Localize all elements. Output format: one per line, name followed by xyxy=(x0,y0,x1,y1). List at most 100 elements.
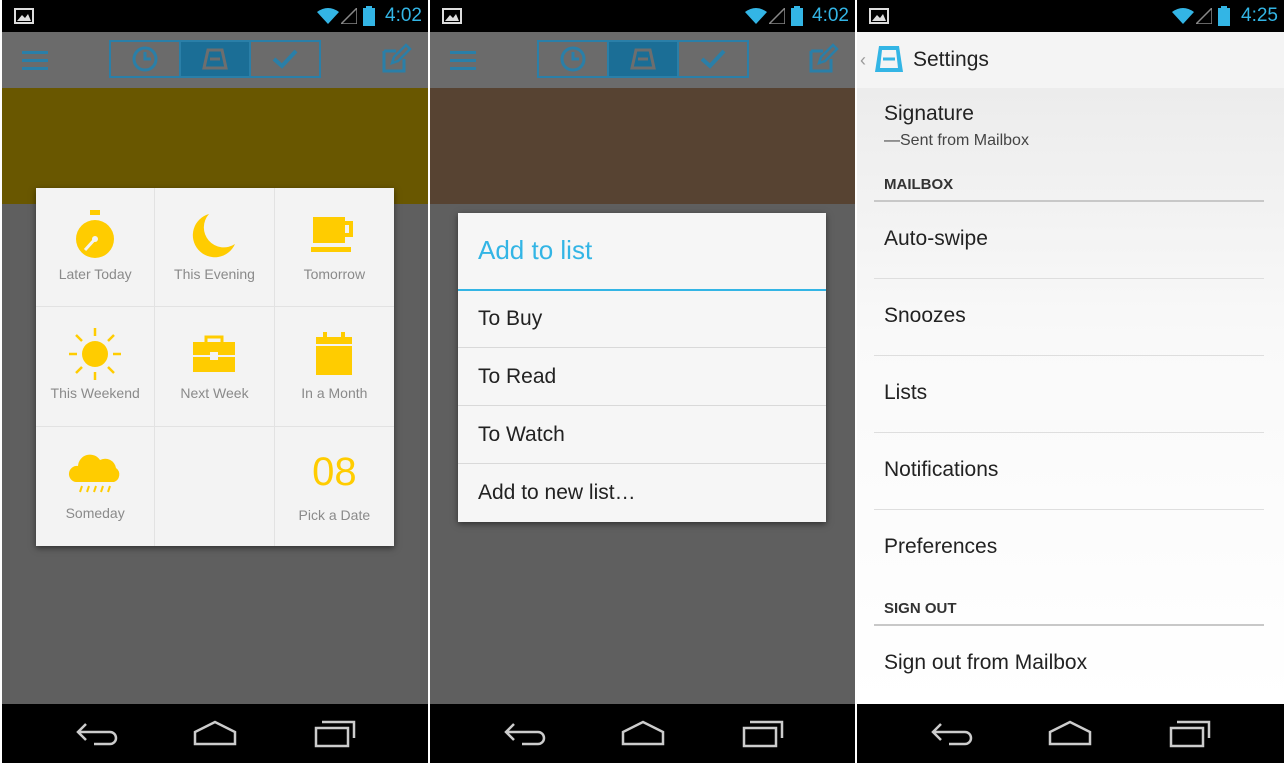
snooze-label: This Weekend xyxy=(50,385,140,402)
snooze-option-next-week[interactable]: Next Week xyxy=(155,307,275,427)
wifi-icon xyxy=(317,8,339,24)
signature-value: —Sent from Mailbox xyxy=(884,132,1029,149)
list-item-label: Add to new list… xyxy=(478,481,636,504)
recents-icon[interactable] xyxy=(314,720,356,748)
settings-list: Signature —Sent from Mailbox MAILBOX Aut… xyxy=(857,88,1284,704)
signal-icon xyxy=(769,8,785,24)
snooze-label: Next Week xyxy=(180,385,249,402)
list-item-to-read[interactable]: To Read xyxy=(458,349,826,406)
phone-add-to-list: 4:02 Add to list To Buy To Read To Watch… xyxy=(430,0,855,763)
list-item-to-watch[interactable]: To Watch xyxy=(458,407,826,464)
section-header-sign-out: SIGN OUT xyxy=(884,600,957,617)
snooze-option-in-a-month[interactable]: In a Month xyxy=(274,307,394,427)
setting-preferences[interactable]: Preferences xyxy=(874,510,1264,587)
tab-inbox[interactable] xyxy=(609,42,679,76)
phone-settings: 4:25 ‹ Settings Signature —Sent from Mai… xyxy=(857,0,1284,763)
snooze-option-later-today[interactable]: Later Today xyxy=(36,188,156,308)
clock-icon xyxy=(560,46,586,72)
clock-icon xyxy=(132,46,158,72)
battery-icon xyxy=(1218,6,1230,26)
section-header-mailbox: MAILBOX xyxy=(884,176,954,193)
sign-out-button[interactable]: Sign out from Mailbox xyxy=(874,626,1264,703)
battery-icon xyxy=(791,6,803,26)
home-icon[interactable] xyxy=(1048,720,1092,746)
list-item-to-buy[interactable]: To Buy xyxy=(458,291,826,348)
recents-icon[interactable] xyxy=(742,720,784,748)
phone-snooze: 4:02 Later Today This Evening Tomorrow T… xyxy=(2,0,428,763)
inbox-icon xyxy=(630,48,656,70)
status-bar: 4:02 xyxy=(2,0,428,32)
briefcase-icon xyxy=(193,335,236,373)
setting-label: Lists xyxy=(884,381,928,404)
back-icon[interactable] xyxy=(504,720,546,746)
gallery-notification-icon xyxy=(869,8,889,24)
snooze-label: Tomorrow xyxy=(303,266,366,282)
home-icon[interactable] xyxy=(193,720,237,746)
status-time: 4:02 xyxy=(812,5,849,26)
rain-cloud-icon xyxy=(69,454,120,492)
setting-snoozes[interactable]: Snoozes xyxy=(874,279,1264,356)
menu-icon[interactable] xyxy=(22,50,48,72)
status-bar: 4:25 xyxy=(857,0,1284,32)
app-toolbar xyxy=(430,32,855,88)
app-toolbar xyxy=(2,32,428,88)
snooze-option-someday[interactable]: Someday xyxy=(36,426,156,546)
add-to-list-dialog: Add to list To Buy To Read To Watch Add … xyxy=(458,213,826,522)
snooze-option-this-weekend[interactable]: This Weekend xyxy=(36,307,156,427)
system-nav-bar xyxy=(857,704,1284,763)
snooze-option-tomorrow[interactable]: Tomorrow xyxy=(274,188,394,308)
inbox-icon xyxy=(202,48,228,70)
recents-icon[interactable] xyxy=(1169,720,1211,748)
settings-action-bar[interactable]: ‹ Settings xyxy=(857,32,1284,88)
tab-later[interactable] xyxy=(539,42,609,76)
moon-icon xyxy=(193,214,236,258)
setting-label: Preferences xyxy=(884,535,998,558)
compose-icon[interactable] xyxy=(380,43,412,75)
check-icon xyxy=(272,49,298,69)
tab-archive[interactable] xyxy=(679,42,747,76)
menu-icon[interactable] xyxy=(450,50,476,72)
gallery-notification-icon xyxy=(442,8,462,24)
status-time: 4:02 xyxy=(385,5,422,26)
status-time: 4:25 xyxy=(1241,5,1278,26)
compose-icon[interactable] xyxy=(807,43,839,75)
wifi-icon xyxy=(1172,8,1194,24)
gallery-notification-icon xyxy=(14,8,34,24)
snooze-label: In a Month xyxy=(301,385,368,402)
back-icon[interactable] xyxy=(931,720,973,746)
snooze-option-pick-a-date[interactable]: 08 Pick a Date xyxy=(275,427,394,546)
system-nav-bar xyxy=(430,704,855,763)
setting-label: Notifications xyxy=(884,458,999,481)
tab-inbox[interactable] xyxy=(181,42,251,76)
setting-label: Sign out from Mailbox xyxy=(884,651,1088,674)
back-icon[interactable] xyxy=(76,720,118,746)
tab-later[interactable] xyxy=(111,42,181,76)
snooze-label: This Evening xyxy=(174,266,255,282)
sun-icon xyxy=(69,328,122,381)
date-number: 08 xyxy=(312,449,357,494)
setting-auto-swipe[interactable]: Auto-swipe xyxy=(874,202,1264,279)
mailbox-logo-icon xyxy=(875,46,903,72)
up-caret-icon[interactable]: ‹ xyxy=(860,50,866,71)
coffee-cup-icon xyxy=(311,217,354,252)
snooze-option-this-evening[interactable]: This Evening xyxy=(155,188,275,308)
snooze-label: Later Today xyxy=(58,266,132,282)
snooze-option-empty xyxy=(155,426,275,546)
view-switcher xyxy=(109,40,321,78)
list-item-label: To Read xyxy=(478,365,557,388)
dialog-title: Add to list xyxy=(478,235,593,265)
setting-label: Snoozes xyxy=(884,304,966,327)
setting-notifications[interactable]: Notifications xyxy=(874,433,1264,510)
signal-icon xyxy=(1196,8,1212,24)
battery-icon xyxy=(363,6,375,26)
wifi-icon xyxy=(745,8,767,24)
setting-lists[interactable]: Lists xyxy=(874,356,1264,433)
tab-archive[interactable] xyxy=(251,42,319,76)
calendar-icon xyxy=(316,332,353,376)
list-item-label: To Buy xyxy=(478,307,543,330)
signal-icon xyxy=(341,8,357,24)
home-icon[interactable] xyxy=(621,720,665,746)
setting-label: Auto-swipe xyxy=(884,227,988,250)
status-bar: 4:02 xyxy=(430,0,855,32)
list-item-add-new[interactable]: Add to new list… xyxy=(458,465,826,522)
